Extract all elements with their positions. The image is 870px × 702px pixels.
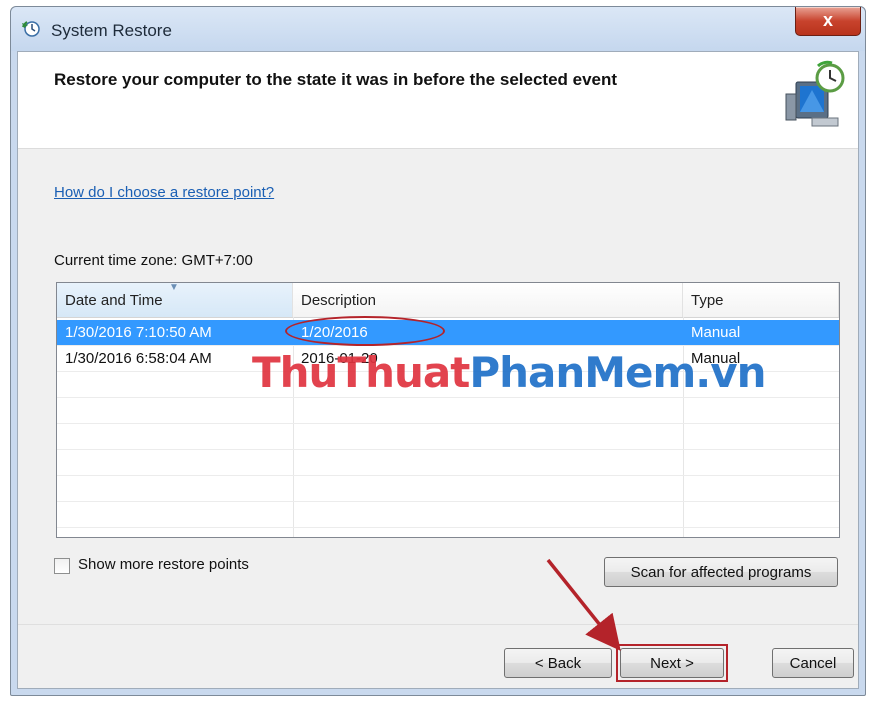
help-restore-point-link[interactable]: How do I choose a restore point?	[54, 184, 274, 201]
window-title: System Restore	[51, 21, 172, 40]
row-date: 1/30/2016 6:58:04 AM	[65, 350, 212, 367]
footer-divider	[18, 624, 858, 625]
close-button[interactable]: x	[795, 7, 861, 36]
empty-row	[57, 476, 839, 502]
show-more-checkbox[interactable]	[54, 558, 70, 574]
show-more-label[interactable]: Show more restore points	[78, 556, 249, 573]
timezone-label: Current time zone: GMT+7:00	[54, 252, 253, 269]
column-type[interactable]: Type	[683, 283, 839, 317]
watermark-part-1: ThuThuat	[252, 348, 470, 397]
empty-row	[57, 502, 839, 528]
page-title: Restore your computer to the state it wa…	[54, 70, 618, 89]
column-date-time[interactable]: Date and Time ▼	[57, 283, 293, 317]
watermark-part-2: PhanMem.vn	[469, 348, 766, 397]
close-icon: x	[822, 10, 833, 30]
empty-row	[57, 450, 839, 476]
sort-arrow-icon: ▼	[169, 282, 179, 293]
system-restore-banner-icon	[785, 60, 845, 127]
restore-points-list[interactable]: Date and Time ▼ Description Type 1/30/20…	[56, 282, 840, 538]
row-date: 1/30/2016 7:10:50 AM	[65, 324, 212, 341]
table-row[interactable]: 1/30/2016 7:10:50 AM 1/20/2016 Manual	[57, 320, 839, 346]
watermark: ThuThuatPhanMem.vn	[252, 348, 767, 397]
annotation-box	[616, 644, 728, 682]
empty-row	[57, 398, 839, 424]
empty-row	[57, 424, 839, 450]
title-bar: System Restore x	[11, 7, 865, 51]
annotation-ellipse	[285, 316, 445, 346]
column-description[interactable]: Description	[293, 283, 683, 317]
list-header: Date and Time ▼ Description Type	[57, 283, 839, 318]
scan-affected-programs-button[interactable]: Scan for affected programs	[604, 557, 838, 587]
system-restore-icon	[22, 21, 40, 37]
cancel-button[interactable]: Cancel	[772, 648, 854, 678]
row-type: Manual	[691, 324, 741, 341]
back-button[interactable]: < Back	[504, 648, 612, 678]
dialog-header: Restore your computer to the state it wa…	[18, 52, 858, 149]
